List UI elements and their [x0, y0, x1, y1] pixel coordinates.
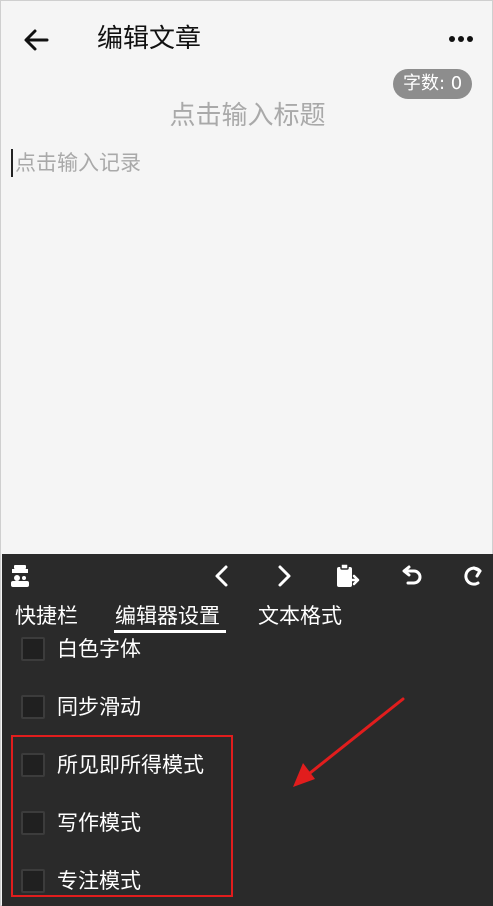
editor-toolbar	[2, 554, 493, 598]
more-icon	[449, 36, 473, 42]
page-title: 编辑文章	[97, 24, 202, 54]
undo-icon	[402, 565, 422, 585]
paste-button[interactable]	[333, 562, 361, 590]
more-button[interactable]	[445, 25, 477, 53]
redo-button[interactable]	[460, 562, 488, 590]
app-screen: 编辑文章 字数: 0 点击输入标题 点击输入记录 快捷栏 编辑器设置 文本格式 …	[0, 0, 493, 906]
cursor-right-button[interactable]	[270, 562, 298, 590]
body-input[interactable]: 点击输入记录	[11, 149, 141, 177]
tab-editor-settings[interactable]: 编辑器设置	[115, 602, 220, 630]
title-input[interactable]: 点击输入标题	[1, 99, 493, 133]
annotation-highlight-box	[11, 735, 233, 897]
checkbox[interactable]	[21, 637, 45, 661]
option-sync-scroll[interactable]: 同步滑动	[21, 691, 281, 723]
cursor-left-button[interactable]	[208, 562, 236, 590]
header: 编辑文章	[1, 1, 493, 77]
chevron-left-icon	[215, 565, 228, 587]
back-button[interactable]	[19, 23, 53, 57]
clipboard-icon	[337, 563, 360, 587]
option-label: 白色字体	[57, 637, 141, 661]
robot-icon	[11, 565, 29, 587]
option-label: 同步滑动	[57, 695, 141, 719]
arrow-left-icon	[24, 29, 49, 51]
word-count-badge: 字数: 0	[393, 69, 473, 99]
settings-tabs: 快捷栏 编辑器设置 文本格式	[2, 598, 493, 638]
annotation-arrow-icon	[293, 697, 405, 787]
chevron-right-icon	[278, 565, 291, 587]
checkbox[interactable]	[21, 695, 45, 719]
option-white-font[interactable]: 白色字体	[21, 633, 281, 665]
robot-button[interactable]	[6, 562, 34, 590]
tab-shortcut-bar[interactable]: 快捷栏	[15, 602, 78, 630]
redo-icon	[464, 566, 482, 586]
undo-button[interactable]	[398, 562, 426, 590]
tab-text-format[interactable]: 文本格式	[258, 602, 342, 630]
